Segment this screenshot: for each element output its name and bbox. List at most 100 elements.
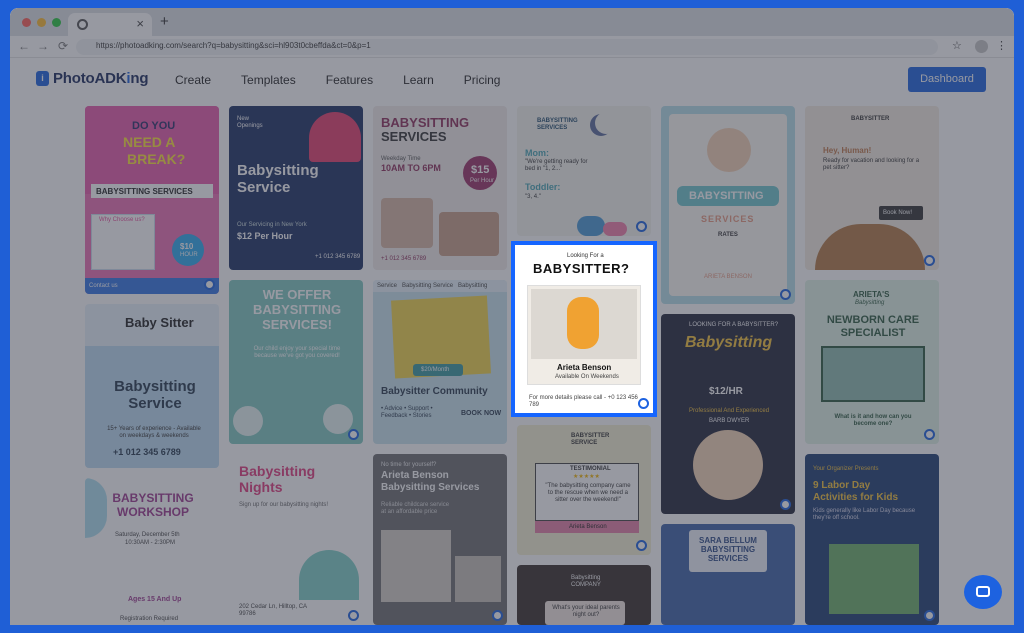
card-text: Our Servicing in New York xyxy=(237,222,307,228)
maximize-window-button[interactable] xyxy=(52,18,61,27)
card-title: SERVICES xyxy=(381,129,447,144)
card-text: Arieta Benson xyxy=(569,524,607,530)
card-price: $12 Per Hour xyxy=(237,231,293,241)
template-card[interactable]: BABYSITTING SERVICES RATES ARIETA BENSON xyxy=(661,106,795,304)
highlighted-template-card[interactable]: Looking For a BABYSITTER? Arieta Benson … xyxy=(511,241,657,417)
template-card[interactable]: ARIETA'S Babysitting NEWBORN CARE SPECIA… xyxy=(805,280,939,444)
card-text: New Openings xyxy=(237,116,263,130)
forward-icon[interactable]: → xyxy=(37,39,49,53)
url-text: https://photoadking.com/search?q=babysit… xyxy=(96,41,371,50)
nav-learn[interactable]: Learn xyxy=(403,73,434,87)
rating-stars: ★★★★★ xyxy=(573,474,600,480)
card-text: For more details please call - +0 123 45… xyxy=(529,395,638,409)
card-text: TESTIMONIAL xyxy=(570,466,611,472)
tab-close-icon[interactable]: × xyxy=(136,16,144,31)
template-card[interactable]: Babysitting Nights Sign up for our babys… xyxy=(229,454,363,625)
bookmark-star-icon[interactable]: ☆ xyxy=(952,39,962,52)
card-text: Saturday, December 5th xyxy=(115,532,180,538)
template-card[interactable]: No time for yourself? Arieta Benson Baby… xyxy=(373,454,507,625)
card-cta: Book Now! xyxy=(883,210,913,216)
template-card[interactable]: Babysitting COMPANY What's your ideal pa… xyxy=(517,565,651,625)
card-title: ARIETA'S xyxy=(853,290,890,299)
card-title: 9 Labor Day Activities for Kids xyxy=(813,480,899,503)
template-card[interactable]: Your Organizer Presents 9 Labor Day Acti… xyxy=(805,454,939,625)
template-card[interactable]: Baby Sitter Babysitting Service 15+ Year… xyxy=(85,304,219,468)
dashboard-button[interactable]: Dashboard xyxy=(908,67,986,92)
card-text: 202 Cedar Ln, Hilltop, CA 99786 xyxy=(239,604,307,618)
nav-features[interactable]: Features xyxy=(326,73,373,87)
browser-tab[interactable]: × xyxy=(68,13,152,36)
card-logo: BABYSITTER SERVICE xyxy=(571,433,610,447)
card-text: Kids generally like Labor Day because th… xyxy=(813,508,916,522)
card-text: Your Organizer Presents xyxy=(813,466,879,472)
card-phone: +1 012 345 6789 xyxy=(381,256,427,262)
card-text: Arieta Benson xyxy=(557,363,612,372)
template-card[interactable]: BABYSITTING WORKSHOP Saturday, December … xyxy=(85,478,219,625)
card-text: Our child enjoy your special time becaus… xyxy=(253,346,341,360)
browser-window: × + ← → ⟳ https://photoadking.com/search… xyxy=(10,8,1014,625)
main-nav: Create Templates Features Learn Pricing xyxy=(175,73,530,87)
card-text: "3, 4." xyxy=(525,194,541,200)
card-text: Service Babysitting Service Babysitting xyxy=(377,283,488,289)
nav-templates[interactable]: Templates xyxy=(241,73,296,87)
card-text: Ready for vacation and looking for a pet… xyxy=(823,158,920,172)
site-header: i PhotoADKing Create Templates Features … xyxy=(10,58,1014,100)
new-tab-button[interactable]: + xyxy=(160,13,169,30)
card-text: 15+ Years of experience - Available on w… xyxy=(107,426,201,440)
chat-support-button[interactable] xyxy=(964,575,1002,609)
reload-icon[interactable]: ⟳ xyxy=(58,39,68,53)
card-text: "We're getting ready for bed in "1, 2...… xyxy=(525,159,588,173)
address-bar[interactable]: https://photoadking.com/search?q=babysit… xyxy=(76,39,938,55)
card-title: BABYSITTER? xyxy=(533,261,630,276)
template-card[interactable]: Service Babysitting Service Babysitting … xyxy=(373,280,507,444)
card-text: Available On Weekends xyxy=(555,374,619,380)
template-card[interactable]: BABYSITTER SERVICE TESTIMONIAL ★★★★★ "Th… xyxy=(517,425,651,555)
card-title: SARA BELLUM BABYSITTING SERVICES xyxy=(699,536,757,564)
card-text: ARIETA BENSON xyxy=(704,274,752,280)
card-title: DO YOU xyxy=(132,120,176,132)
template-card[interactable]: New Openings Babysitting Service Our Ser… xyxy=(229,106,363,270)
card-text: • Advice • Support • Feedback • Stories xyxy=(381,406,433,420)
card-title: BREAK? xyxy=(127,151,186,167)
card-text: Sign up for our babysitting nights! xyxy=(239,502,329,508)
close-window-button[interactable] xyxy=(22,18,31,27)
card-text: What's your ideal parents night out? xyxy=(552,605,620,619)
browser-menu-icon[interactable]: ⋮ xyxy=(996,39,1007,52)
premium-icon xyxy=(636,540,647,551)
card-title: BABYSITTING WORKSHOP xyxy=(112,491,194,519)
profile-avatar-icon[interactable] xyxy=(975,40,988,53)
card-phone: +1 012 345 6789 xyxy=(315,254,361,260)
template-card[interactable]: LOOKING FOR A BABYSITTER? Babysitting $1… xyxy=(661,314,795,514)
premium-icon xyxy=(204,279,215,290)
premium-icon xyxy=(924,429,935,440)
card-text: Why Choose us? xyxy=(99,217,145,223)
card-text: BARB DWYER xyxy=(709,418,750,424)
minimize-window-button[interactable] xyxy=(37,18,46,27)
tab-strip: × + xyxy=(10,8,1014,36)
template-card[interactable]: BABYSITTING SERVICES Mom: "We're getting… xyxy=(517,106,651,236)
card-title: Babysitting Nights xyxy=(239,463,316,496)
card-title: SERVICES xyxy=(701,214,755,224)
template-card[interactable]: BABYSITTING SERVICES Weekday Time 10AM T… xyxy=(373,106,507,270)
card-text: Looking For a xyxy=(567,253,604,259)
back-icon[interactable]: ← xyxy=(18,39,30,53)
premium-icon xyxy=(638,398,649,409)
card-title: Baby Sitter xyxy=(125,315,194,330)
card-text: RATES xyxy=(718,232,738,238)
premium-icon xyxy=(924,610,935,621)
card-title: Babysitting Service xyxy=(114,378,196,413)
card-text: Reliable childcare service at an afforda… xyxy=(381,502,450,516)
card-text: Per Hour xyxy=(470,178,495,184)
nav-pricing[interactable]: Pricing xyxy=(464,73,501,87)
photoadking-logo[interactable]: i PhotoADKing xyxy=(36,70,148,87)
card-text: Toddler: xyxy=(525,182,561,192)
template-card[interactable]: DO YOU NEED A BREAK? BABYSITTING SERVICE… xyxy=(85,106,219,294)
template-card[interactable]: SARA BELLUM BABYSITTING SERVICES xyxy=(661,524,795,625)
template-card[interactable]: BABYSITTER Hey, Human! Ready for vacatio… xyxy=(805,106,939,270)
card-logo: BABYSITTER xyxy=(851,116,890,122)
card-text: What is it and how can you become one? xyxy=(834,414,912,428)
template-card[interactable]: WE OFFER BABYSITTING SERVICES! Our child… xyxy=(229,280,363,444)
nav-create[interactable]: Create xyxy=(175,73,211,87)
card-text: No time for yourself? xyxy=(381,462,437,468)
card-text: LOOKING FOR A BABYSITTER? xyxy=(689,322,779,328)
